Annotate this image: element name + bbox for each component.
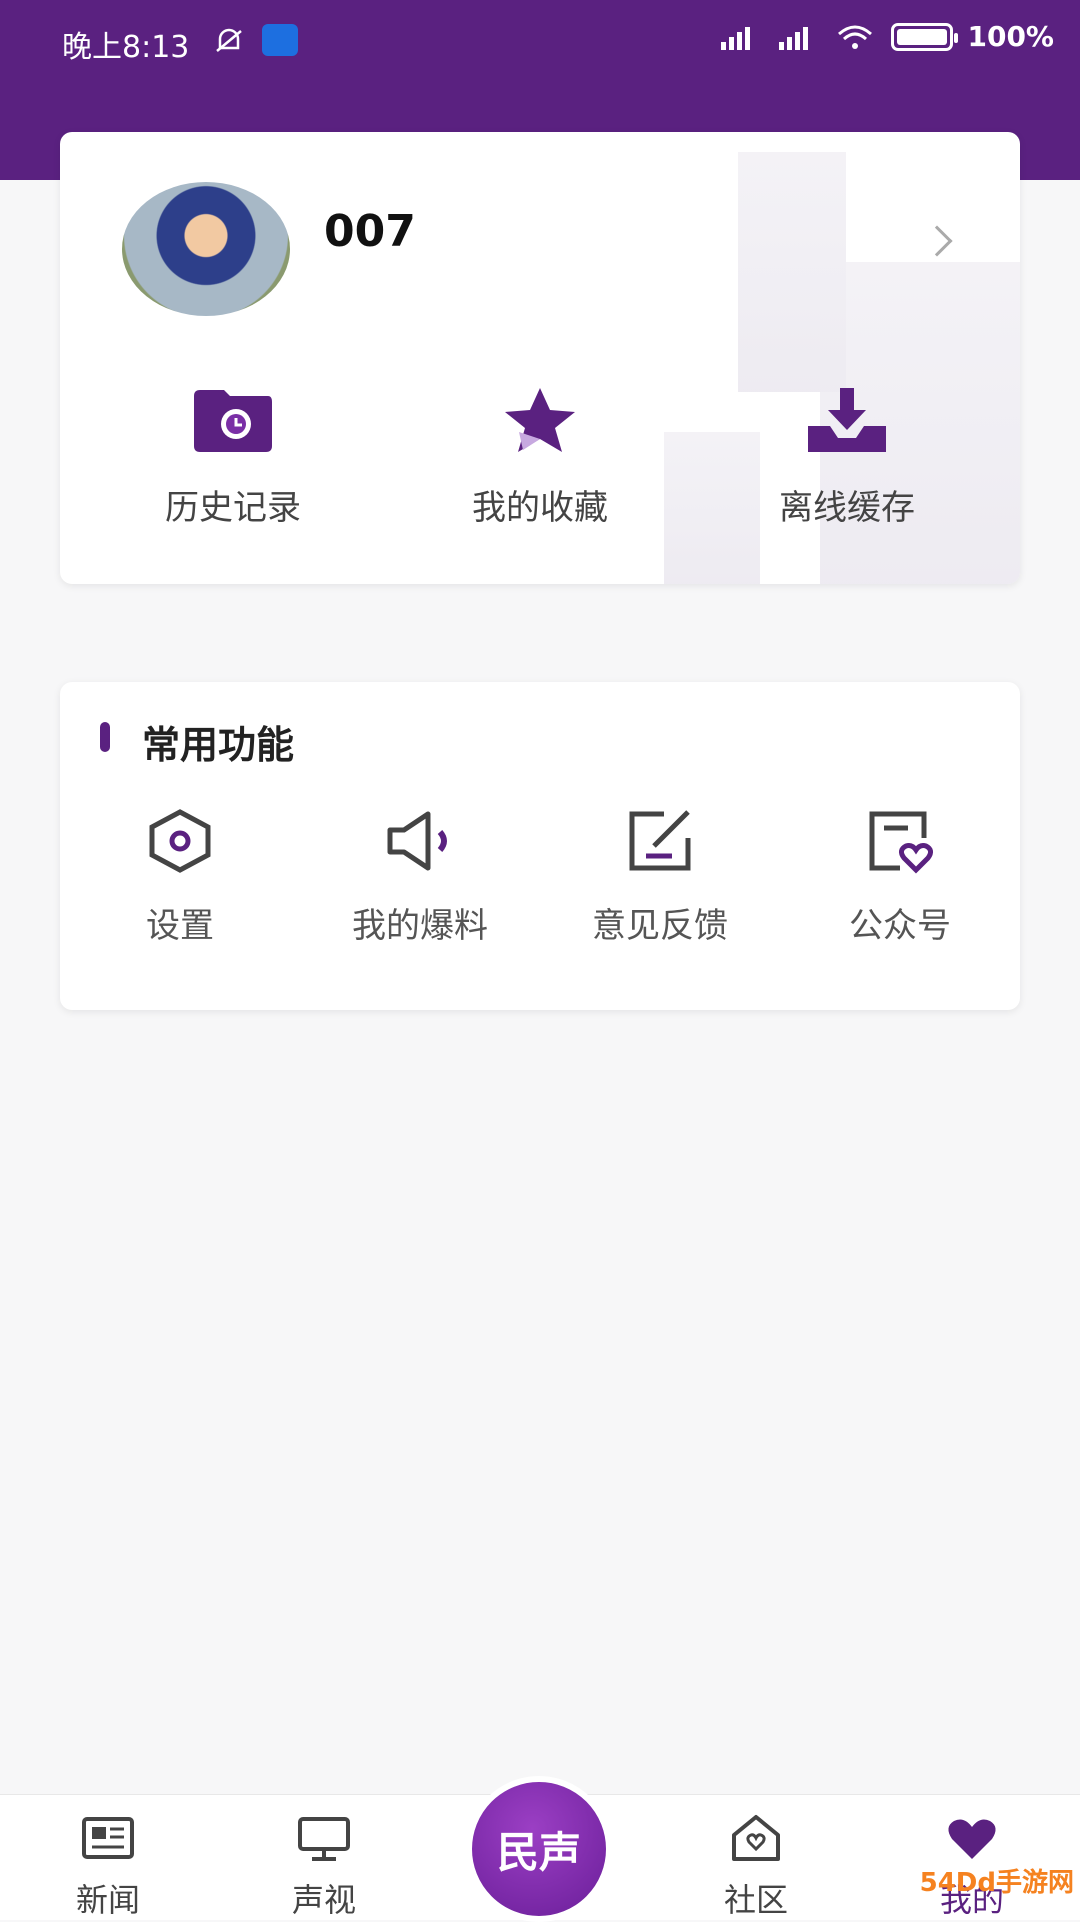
signal-icon-2 — [779, 26, 809, 50]
offline-cache-label: 离线缓存 — [779, 488, 915, 528]
app-notification-icon — [262, 24, 298, 56]
profile-card: 007 历史记录 我的收藏 离线缓存 — [60, 132, 1020, 584]
site-watermark: 54Dd手游网 — [919, 1868, 1074, 1898]
quick-action-history[interactable]: 历史记录 — [78, 386, 388, 529]
center-minsheng-button[interactable]: 民声 — [466, 1776, 612, 1922]
center-button-label: 民声 — [496, 1827, 581, 1877]
download-icon — [808, 388, 886, 452]
favorites-label: 我的收藏 — [472, 488, 608, 528]
battery-percent: 100% — [967, 20, 1054, 53]
public-account-heart-icon — [869, 811, 934, 874]
heart-icon — [948, 1819, 996, 1859]
monitor-icon — [298, 1817, 350, 1861]
settings-label: 设置 — [146, 906, 214, 946]
function-my-reports[interactable]: 我的爆料 — [300, 808, 540, 947]
avatar[interactable] — [122, 182, 290, 316]
feedback-label: 意见反馈 — [592, 906, 728, 946]
tab-news[interactable]: 新闻 — [48, 1813, 168, 1921]
signal-icon — [721, 26, 751, 50]
tab-community[interactable]: 社区 — [696, 1813, 816, 1921]
mute-bell-icon — [216, 28, 242, 52]
chevron-right-icon[interactable] — [921, 225, 953, 257]
tab-audio-video[interactable]: 声视 — [264, 1813, 384, 1921]
battery-icon — [891, 22, 959, 51]
status-time: 晚上8:13 — [62, 30, 190, 65]
wifi-icon — [838, 25, 873, 49]
quick-action-offline-cache[interactable]: 离线缓存 — [692, 386, 1002, 529]
function-public-account[interactable]: 公众号 — [780, 808, 1020, 947]
function-settings[interactable]: 设置 — [60, 808, 300, 947]
settings-hexagon-icon — [149, 809, 211, 873]
news-icon — [82, 1817, 134, 1859]
my-reports-label: 我的爆料 — [352, 906, 488, 946]
tab-news-label: 新闻 — [75, 1881, 140, 1919]
history-folder-icon — [194, 390, 272, 452]
section-accent-bar — [100, 722, 110, 752]
feedback-edit-icon — [629, 810, 691, 871]
speaker-icon — [387, 811, 447, 871]
username[interactable]: 007 — [324, 206, 416, 257]
history-label: 历史记录 — [165, 488, 301, 528]
star-icon — [505, 388, 575, 452]
quick-action-favorites[interactable]: 我的收藏 — [385, 386, 695, 529]
section-title: 常用功能 — [142, 723, 295, 767]
tab-audio-video-label: 声视 — [291, 1881, 356, 1919]
common-functions-card: 常用功能 设置 我的爆料 意见反馈 公众号 — [60, 682, 1020, 1010]
community-home-icon — [732, 1815, 780, 1861]
public-account-label: 公众号 — [849, 906, 951, 946]
status-bar: 晚上8:13 100% — [0, 0, 1080, 84]
function-feedback[interactable]: 意见反馈 — [540, 808, 780, 947]
tab-community-label: 社区 — [723, 1881, 788, 1919]
